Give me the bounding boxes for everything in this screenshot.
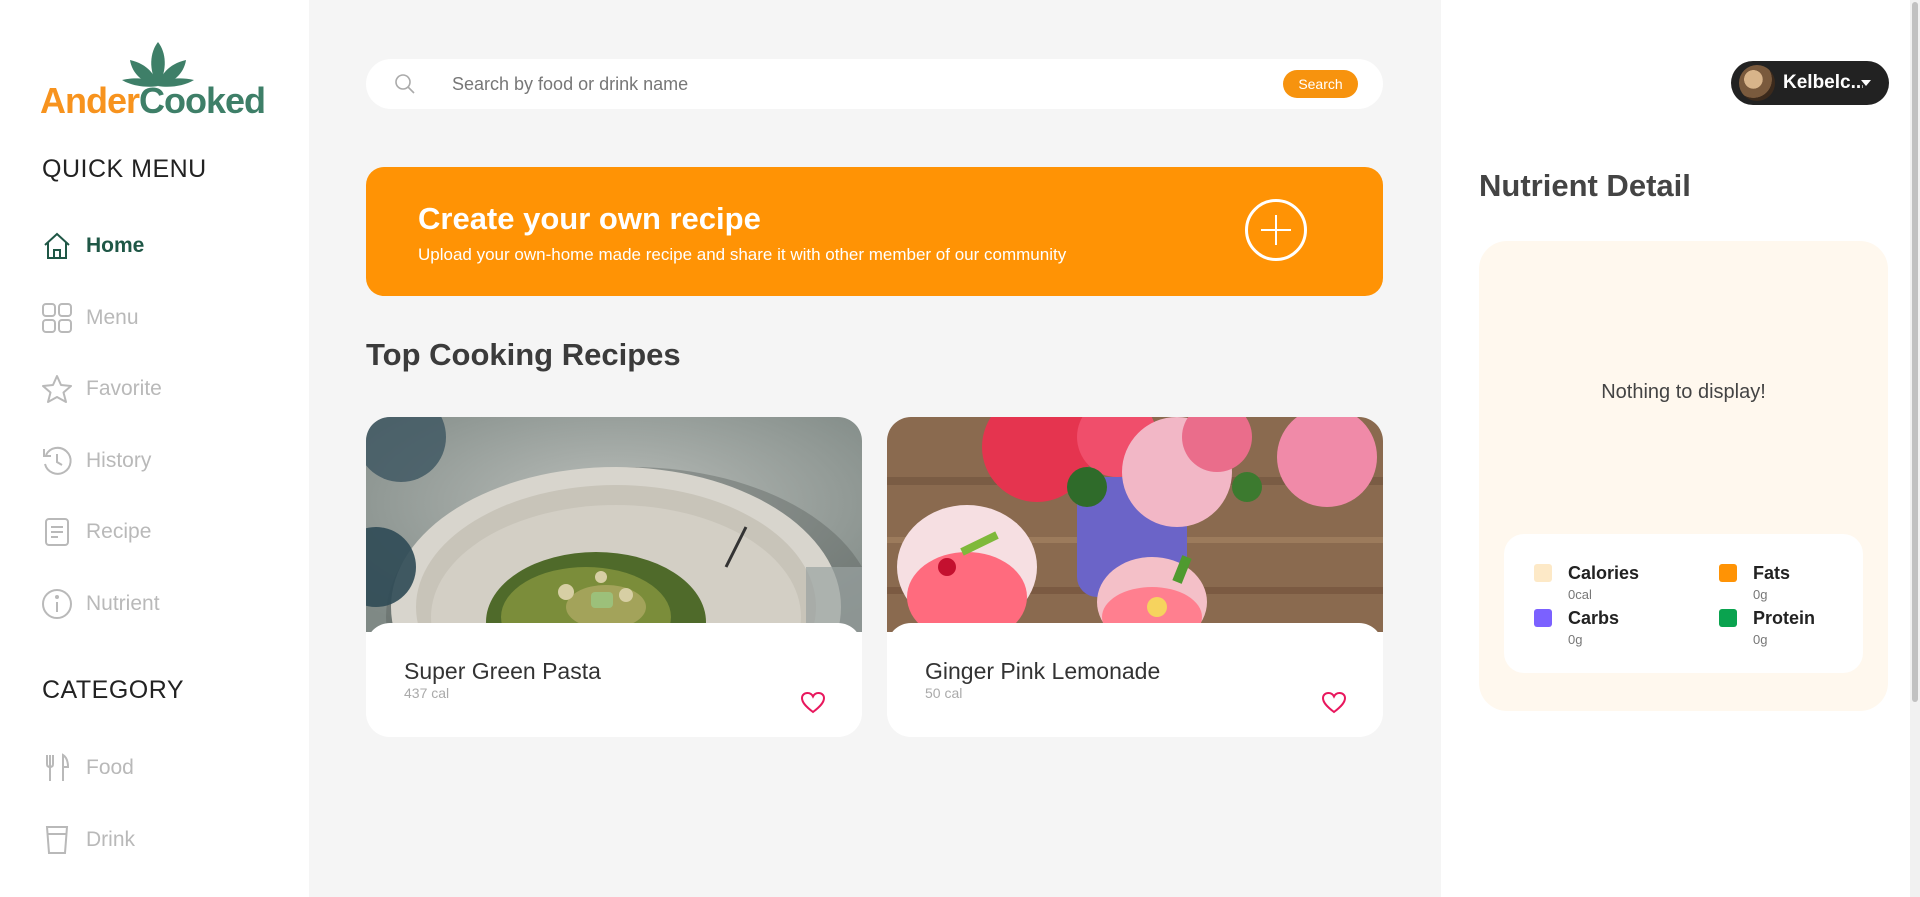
legend-item-calories: Calories 0cal xyxy=(1534,561,1674,602)
brand-logo[interactable]: AnderCooked xyxy=(40,40,270,122)
top-recipes-title: Top Cooking Recipes xyxy=(366,337,681,372)
nav-item-drink[interactable]: Drink xyxy=(40,820,280,860)
main-content: Search Create your own recipe Upload you… xyxy=(309,0,1441,897)
info-icon xyxy=(40,587,74,621)
brand-part-2: Cooked xyxy=(139,80,266,121)
brand-name: AnderCooked xyxy=(40,80,266,122)
legend-value: 0g xyxy=(1753,632,1768,647)
sidebar: AnderCooked QUICK MENU Home Menu Favorit… xyxy=(0,0,309,897)
history-icon xyxy=(40,444,74,478)
document-icon xyxy=(40,515,74,549)
search-icon[interactable] xyxy=(394,73,416,95)
recipe-card-ginger-pink-lemonade[interactable]: Ginger Pink Lemonade 50 cal xyxy=(887,417,1383,737)
banner-title: Create your own recipe xyxy=(418,201,761,236)
nav-label: Recipe xyxy=(86,520,152,543)
legend-swatch xyxy=(1719,564,1737,582)
nav-label: Drink xyxy=(86,828,136,851)
user-name: Kelbelc... xyxy=(1783,72,1863,93)
nav-item-food[interactable]: Food xyxy=(40,748,280,788)
nav-label: History xyxy=(86,449,152,472)
legend-value: 0g xyxy=(1753,587,1768,602)
banner-subtitle: Upload your own-home made recipe and sha… xyxy=(418,245,1067,264)
legend-label: Fats xyxy=(1753,563,1791,583)
heart-icon[interactable] xyxy=(1321,691,1347,715)
cup-icon xyxy=(40,823,74,857)
category-title: CATEGORY xyxy=(42,676,184,704)
legend-label: Protein xyxy=(1753,608,1816,628)
pasta-image xyxy=(366,417,862,632)
app-window: AnderCooked QUICK MENU Home Menu Favorit… xyxy=(0,0,1920,897)
nutrient-detail-title: Nutrient Detail xyxy=(1479,168,1691,203)
nav-item-history[interactable]: History xyxy=(40,441,280,481)
nav-label: Food xyxy=(86,756,134,779)
legend-swatch xyxy=(1534,564,1552,582)
nav-item-favorite[interactable]: Favorite xyxy=(40,369,280,409)
grid-icon xyxy=(40,301,74,335)
recipe-card-info: Ginger Pink Lemonade 50 cal xyxy=(887,623,1383,737)
quick-menu-title: QUICK MENU xyxy=(42,155,207,183)
avatar xyxy=(1739,65,1775,101)
add-recipe-plus-icon[interactable] xyxy=(1245,199,1307,261)
nav-item-home[interactable]: Home xyxy=(40,226,280,266)
legend-item-fats: Fats 0g xyxy=(1719,561,1859,602)
legend-value: 0g xyxy=(1568,632,1583,647)
legend-item-protein: Protein 0g xyxy=(1719,606,1859,647)
user-menu[interactable]: Kelbelc... xyxy=(1731,61,1889,105)
search-button[interactable]: Search xyxy=(1283,70,1358,98)
recipe-calories: 50 cal xyxy=(925,685,963,701)
nutrient-legend: Calories 0cal Fats 0g Carbs 0g Protein 0… xyxy=(1504,534,1863,673)
legend-item-carbs: Carbs 0g xyxy=(1534,606,1674,647)
recipe-card-info: Super Green Pasta 437 cal xyxy=(366,623,862,737)
scrollbar[interactable] xyxy=(1910,0,1920,897)
home-icon xyxy=(40,229,74,263)
scrollbar-thumb[interactable] xyxy=(1912,2,1918,702)
create-recipe-banner[interactable]: Create your own recipe Upload your own-h… xyxy=(366,167,1383,296)
legend-swatch xyxy=(1719,609,1737,627)
caret-down-icon xyxy=(1861,80,1871,86)
brand-part-1: Ander xyxy=(40,80,140,121)
nutrient-panel: Kelbelc... Nutrient Detail Nothing to di… xyxy=(1441,0,1920,897)
recipe-card-super-green-pasta[interactable]: Super Green Pasta 437 cal xyxy=(366,417,862,737)
recipe-calories: 437 cal xyxy=(404,685,450,701)
nav-item-nutrient[interactable]: Nutrient xyxy=(40,584,280,624)
legend-value: 0cal xyxy=(1568,587,1592,602)
nav-label: Home xyxy=(86,234,145,257)
legend-swatch xyxy=(1534,609,1552,627)
star-icon xyxy=(40,372,74,406)
nav-label: Nutrient xyxy=(86,592,160,615)
nav-label: Menu xyxy=(86,306,139,329)
nutrient-detail-box: Nothing to display! Calories 0cal Fats 0… xyxy=(1479,241,1888,711)
nav-item-menu[interactable]: Menu xyxy=(40,298,280,338)
recipe-name: Ginger Pink Lemonade xyxy=(925,658,1161,684)
nav-label: Favorite xyxy=(86,377,162,400)
empty-state-text: Nothing to display! xyxy=(1601,381,1766,403)
fork-knife-icon xyxy=(40,751,74,785)
heart-icon[interactable] xyxy=(800,691,826,715)
legend-label: Carbs xyxy=(1568,608,1620,628)
nav-item-recipe[interactable]: Recipe xyxy=(40,512,280,552)
recipe-name: Super Green Pasta xyxy=(404,658,601,684)
legend-label: Calories xyxy=(1568,563,1640,583)
search-bar: Search xyxy=(366,59,1383,109)
search-input[interactable] xyxy=(452,69,1252,99)
lemonade-image xyxy=(887,417,1383,632)
